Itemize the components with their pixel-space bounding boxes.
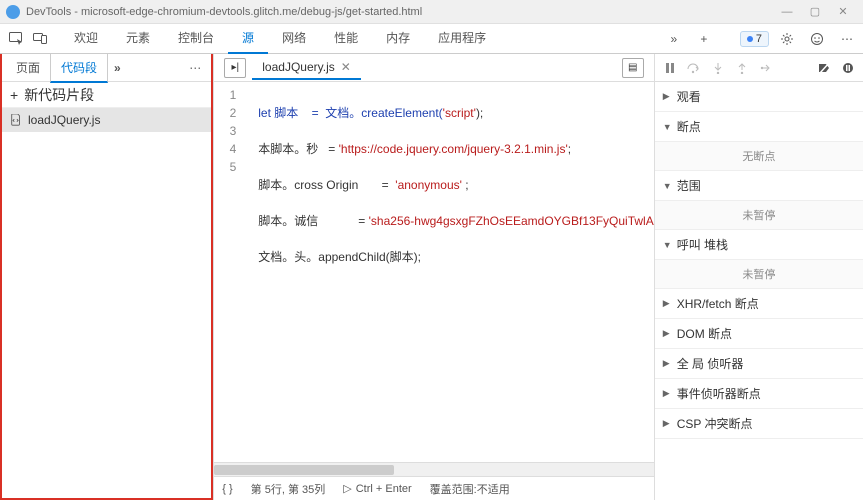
tab-application[interactable]: 应用程序	[424, 23, 500, 54]
editor-tabbar: ▸| loadJQuery.js ✕ ▤	[214, 54, 653, 82]
step-over-icon[interactable]	[683, 57, 705, 79]
more-tabs-icon[interactable]: »	[662, 27, 686, 51]
new-snippet-label: 新代码片段	[24, 85, 94, 105]
minimize-button[interactable]: —	[773, 2, 801, 22]
tab-welcome[interactable]: 欢迎	[60, 23, 112, 54]
main-toolbar: 欢迎 元素 控制台 源 网络 性能 内存 应用程序 » + 7 ⋯	[0, 24, 863, 54]
step-icon[interactable]	[755, 57, 777, 79]
line-gutter: 1 2 3 4 5	[214, 82, 242, 462]
navigator-menu-icon[interactable]: ⋯	[183, 61, 207, 75]
plus-icon: +	[10, 87, 18, 103]
editor-tab-label: loadJQuery.js	[262, 60, 334, 74]
editor-panel: ▸| loadJQuery.js ✕ ▤ 1 2 3 4 5 let 脚本 = …	[213, 54, 653, 500]
section-breakpoints[interactable]: ▼断点	[655, 112, 863, 141]
feedback-icon[interactable]	[805, 27, 829, 51]
braces-icon[interactable]: { }	[222, 483, 232, 495]
close-tab-icon[interactable]: ✕	[341, 60, 351, 74]
navigator-more-icon[interactable]: »	[114, 61, 121, 75]
window-titlebar: DevTools - microsoft-edge-chromium-devto…	[0, 0, 863, 24]
snippet-file-item[interactable]: loadJQuery.js	[2, 108, 211, 132]
section-watch[interactable]: ▶观看	[655, 82, 863, 111]
close-button[interactable]: ✕	[829, 2, 857, 22]
play-icon: ▷	[343, 482, 351, 495]
editor-statusbar: { } 第 5行, 第 35列 ▷Ctrl + Enter 覆盖范围:不适用	[214, 476, 653, 500]
debugger-sections: ▶观看 ▼断点无断点 ▼范围未暂停 ▼呼叫 堆栈未暂停 ▶XHR/fetch 断…	[655, 82, 863, 500]
horizontal-scrollbar[interactable]	[214, 462, 653, 476]
dock-icon[interactable]: ▤	[622, 58, 644, 78]
step-into-icon[interactable]	[707, 57, 729, 79]
menu-icon[interactable]: ⋯	[835, 27, 859, 51]
tab-network[interactable]: 网络	[268, 23, 320, 54]
snippet-file-icon	[10, 114, 22, 126]
tab-elements[interactable]: 元素	[112, 23, 164, 54]
code-content: let 脚本 = 文档。createElement('script'); 本脚本…	[242, 82, 653, 462]
cursor-position: 第 5行, 第 35列	[251, 481, 326, 497]
debugger-toolbar	[655, 54, 863, 82]
coverage-status: 覆盖范围:不适用	[430, 481, 510, 497]
section-global[interactable]: ▶全 局 侦听器	[655, 349, 863, 378]
main-tabs: 欢迎 元素 控制台 源 网络 性能 内存 应用程序	[60, 23, 500, 54]
pause-exceptions-icon[interactable]	[837, 57, 859, 79]
section-xhr[interactable]: ▶XHR/fetch 断点	[655, 289, 863, 318]
tab-snippets[interactable]: 代码段	[50, 54, 108, 83]
app-icon	[6, 5, 20, 19]
navigator-panel: 页面 代码段 » ⋯ + 新代码片段 loadJQuery.js	[0, 54, 213, 500]
step-out-icon[interactable]	[731, 57, 753, 79]
tab-console[interactable]: 控制台	[164, 23, 228, 54]
window-title: DevTools - microsoft-edge-chromium-devto…	[26, 6, 422, 18]
issues-badge[interactable]: 7	[740, 31, 769, 47]
tab-performance[interactable]: 性能	[320, 23, 372, 54]
settings-icon[interactable]	[775, 27, 799, 51]
section-callstack[interactable]: ▼呼叫 堆栈	[655, 230, 863, 259]
run-snippet-button[interactable]: ▷Ctrl + Enter	[343, 482, 411, 495]
code-editor[interactable]: 1 2 3 4 5 let 脚本 = 文档。createElement('scr…	[214, 82, 653, 462]
deactivate-breakpoints-icon[interactable]	[813, 57, 835, 79]
debugger-panel: ▶观看 ▼断点无断点 ▼范围未暂停 ▼呼叫 堆栈未暂停 ▶XHR/fetch 断…	[654, 54, 863, 500]
tab-page[interactable]: 页面	[6, 54, 50, 81]
tab-sources[interactable]: 源	[228, 23, 268, 54]
tab-memory[interactable]: 内存	[372, 23, 424, 54]
add-tab-icon[interactable]: +	[692, 27, 716, 51]
device-icon[interactable]	[28, 27, 52, 51]
section-dom[interactable]: ▶DOM 断点	[655, 319, 863, 348]
new-snippet-button[interactable]: + 新代码片段	[2, 82, 211, 108]
pause-icon[interactable]	[659, 57, 681, 79]
section-scope[interactable]: ▼范围	[655, 171, 863, 200]
file-nav-icon[interactable]: ▸|	[224, 58, 246, 78]
maximize-button[interactable]: ▢	[801, 2, 829, 22]
inspect-icon[interactable]	[4, 27, 28, 51]
editor-tab[interactable]: loadJQuery.js ✕	[252, 56, 361, 80]
snippet-file-name: loadJQuery.js	[28, 113, 100, 127]
section-event[interactable]: ▶事件侦听器断点	[655, 379, 863, 408]
navigator-tabs: 页面 代码段 » ⋯	[2, 54, 211, 82]
section-csp[interactable]: ▶CSP 冲突断点	[655, 409, 863, 438]
